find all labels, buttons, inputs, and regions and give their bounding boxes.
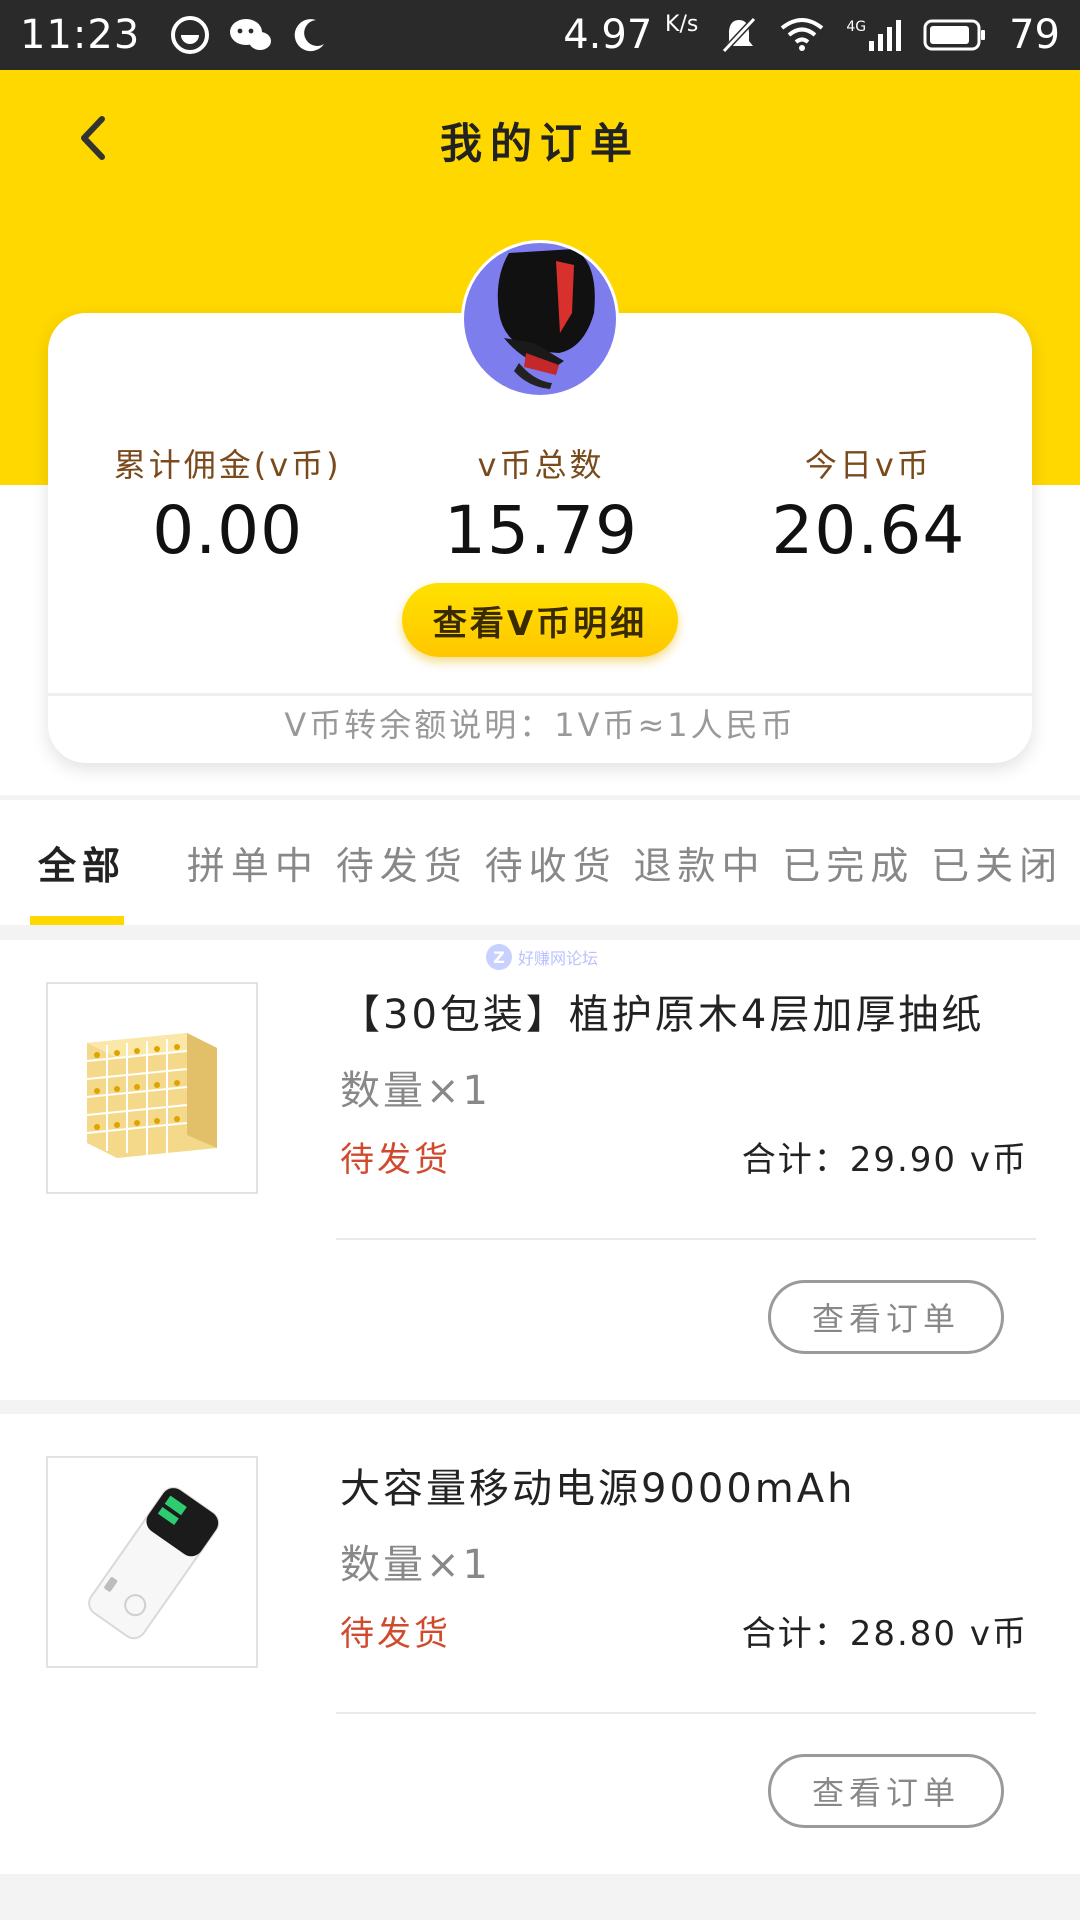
status-bar: 11:23 4.97 K/s 4G 79 <box>0 0 1080 70</box>
tissue-boxes-icon <box>86 1033 217 1158</box>
order-total: 合计：28.80 v币 <box>741 1614 1028 1654</box>
stat-value: 20.64 <box>771 492 966 569</box>
face-app-icon <box>171 16 210 54</box>
vcoin-detail-button[interactable]: 查看V币明细 <box>402 583 678 657</box>
tab-closed[interactable]: 已关闭 <box>931 800 1080 925</box>
forum-watermark: Z 好赚网论坛 <box>486 944 598 970</box>
wechat-icon <box>230 19 272 50</box>
product-thumbnail[interactable] <box>46 982 258 1194</box>
moon-icon <box>294 19 325 52</box>
network-speed: 4.97 K/s <box>563 12 699 58</box>
order-status: 待发货 <box>340 1614 451 1654</box>
vcoin-exchange-note: V币转余额说明：1V币≈1人民币 <box>284 706 796 744</box>
status-left-icons <box>170 15 326 55</box>
tab-label: 已完成 <box>782 844 915 888</box>
view-order-button[interactable]: 查看订单 <box>768 1280 1004 1354</box>
tab-all[interactable]: 全部 <box>30 800 187 925</box>
tab-group-buying[interactable]: 拼单中 <box>187 800 336 925</box>
wifi-icon <box>781 18 824 51</box>
stat-total-commission: 累计佣金(v币) 0.00 <box>78 440 377 569</box>
page-title: 我的订单 <box>439 119 640 168</box>
tab-refunding[interactable]: 退款中 <box>633 800 782 925</box>
battery-icon <box>923 19 986 51</box>
view-order-button[interactable]: 查看订单 <box>768 1754 1004 1828</box>
product-thumbnail[interactable] <box>46 1456 258 1668</box>
tab-label: 已关闭 <box>931 844 1064 888</box>
tab-completed[interactable]: 已完成 <box>782 800 931 925</box>
order-tabs: 全部 拼单中 待发货 待收货 退款中 已完成 已关闭 <box>0 800 1080 925</box>
order-divider <box>336 1712 1036 1714</box>
battery-level: 79 <box>1009 12 1060 58</box>
tab-label: 拼单中 <box>186 844 319 888</box>
card-divider <box>48 693 1032 696</box>
tab-active-indicator <box>30 916 124 925</box>
order-quantity: 数量×1 <box>340 1068 491 1114</box>
order-divider <box>336 1238 1036 1240</box>
order-title[interactable]: 【30包装】植护原木4层加厚抽纸 <box>340 982 984 1040</box>
mute-bell-icon <box>722 16 757 54</box>
stat-vcoin-total: v币总数 15.79 <box>377 440 704 569</box>
summary-stats: 累计佣金(v币) 0.00 v币总数 15.79 今日v币 20.64 <box>48 440 1032 569</box>
order-status: 待发货 <box>340 1140 451 1180</box>
stat-label: v币总数 <box>477 446 605 484</box>
avatar-figure-icon <box>497 249 595 389</box>
tab-label: 待发货 <box>335 844 468 888</box>
order-quantity: 数量×1 <box>340 1542 491 1588</box>
tab-label: 全部 <box>38 844 127 888</box>
signal-group: 4G <box>846 19 902 51</box>
watermark-logo-icon: Z <box>486 944 512 970</box>
network-type: 4G <box>846 19 867 35</box>
stat-label: 累计佣金(v币) <box>113 446 342 484</box>
order-total: 合计：29.90 v币 <box>741 1140 1028 1180</box>
status-time: 11:23 <box>20 12 141 58</box>
power-bank-icon <box>88 1487 220 1640</box>
signal-bars-icon <box>869 20 902 51</box>
tab-label: 退款中 <box>633 844 766 888</box>
order-card[interactable]: 【30包装】植护原木4层加厚抽纸 数量×1 待发货 合计：29.90 v币 查看… <box>0 940 1080 1400</box>
status-right: 4.97 K/s 4G 79 <box>563 12 1060 58</box>
tab-to-ship[interactable]: 待发货 <box>336 800 485 925</box>
avatar[interactable] <box>461 240 619 398</box>
tab-to-receive[interactable]: 待收货 <box>485 800 634 925</box>
stat-label: 今日v币 <box>804 446 932 484</box>
stat-value: 15.79 <box>444 492 638 569</box>
watermark-text: 好赚网论坛 <box>518 949 599 968</box>
stat-value: 0.00 <box>152 492 304 569</box>
tab-label: 待收货 <box>484 844 617 888</box>
order-title[interactable]: 大容量移动电源9000mAh <box>340 1456 855 1514</box>
order-card[interactable]: 大容量移动电源9000mAh 数量×1 待发货 合计：28.80 v币 查看订单 <box>0 1414 1080 1874</box>
stat-today-vcoin: 今日v币 20.64 <box>705 440 1032 569</box>
